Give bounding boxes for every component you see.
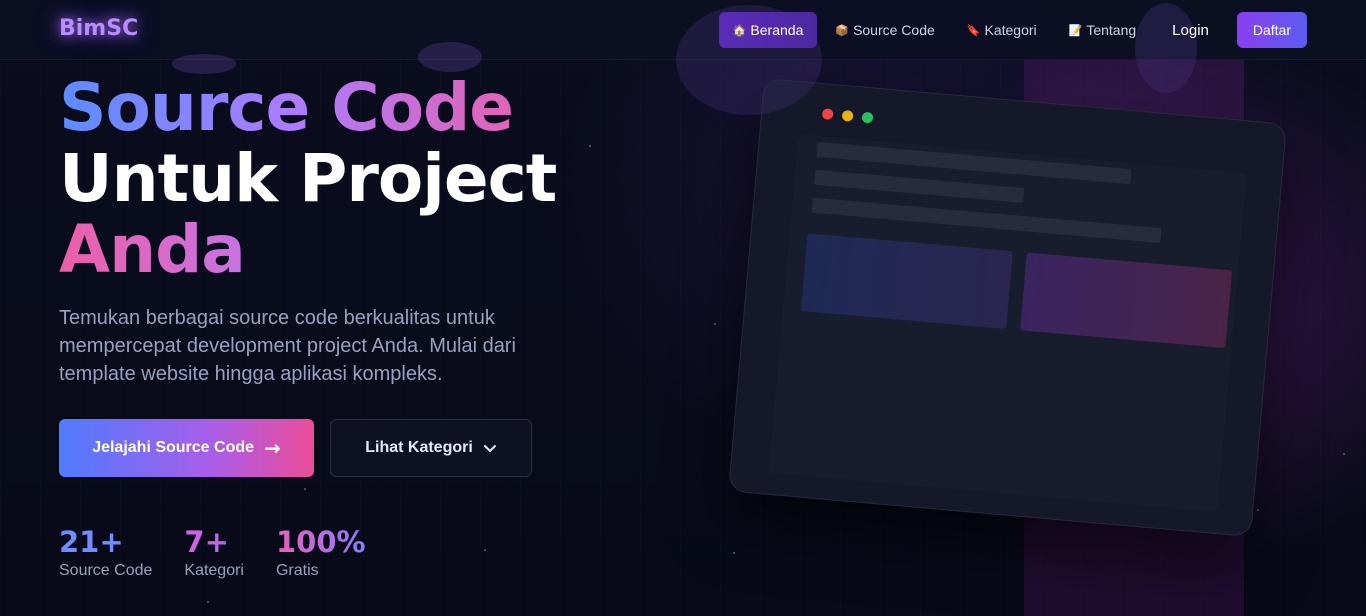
decor-blob: [172, 54, 236, 74]
stat-label: Gratis: [275, 562, 319, 579]
star-dot: [589, 145, 591, 147]
hero-description: Temukan berbagai source code berkualitas…: [59, 307, 516, 385]
nav-item-tentang[interactable]: 📝 Tentang: [1055, 12, 1151, 48]
hero-stats: 21+ Source Code 7+ Kategori 100% Gratis: [59, 524, 366, 580]
memo-icon: 📝: [1068, 24, 1083, 37]
stat-value: 100%: [275, 525, 366, 559]
nav-menu: 🏠 Beranda 📦 Source Code 🔖 Kategori 📝 Ten…: [718, 12, 1307, 48]
star-dot: [304, 488, 306, 490]
stat-label: Kategori: [184, 562, 244, 579]
login-link[interactable]: Login: [1154, 12, 1227, 48]
star-dot: [714, 323, 716, 325]
brand-logo[interactable]: BimSC: [59, 16, 138, 41]
star-dot: [207, 601, 209, 603]
register-button[interactable]: Daftar: [1236, 12, 1307, 48]
nav-item-label: Source Code: [853, 22, 935, 38]
star-dot: [1257, 509, 1259, 511]
view-categories-button[interactable]: Lihat Kategori: [330, 419, 532, 477]
arrow-right-icon: →: [264, 436, 281, 460]
star-dot: [1343, 453, 1345, 455]
hero-title: Source Code Untuk Project Anda: [59, 72, 557, 285]
hero-title-line3: Anda: [59, 214, 556, 285]
bookmark-icon: 🔖: [966, 24, 981, 37]
decor-blob: [418, 42, 482, 72]
explore-source-code-button[interactable]: Jelajahi Source Code →: [59, 419, 314, 477]
package-icon: 📦: [835, 24, 850, 37]
nav-item-beranda[interactable]: 🏠 Beranda: [718, 12, 818, 48]
nav-item-label: Beranda: [750, 22, 804, 38]
stat-gratis: 100% Gratis: [276, 524, 366, 580]
stat-value: 7+: [184, 524, 244, 560]
home-icon: 🏠: [732, 24, 747, 37]
star-dot: [733, 552, 735, 554]
star-dot: [484, 549, 486, 551]
chevron-down-icon: [483, 445, 496, 452]
hero-title-line1: Source Code: [59, 72, 556, 143]
hero-title-line2: Untuk Project: [59, 140, 557, 217]
nav-item-label: Tentang: [1086, 22, 1137, 38]
stat-label: Source Code: [59, 562, 153, 579]
nav-item-label: Kategori: [984, 22, 1037, 38]
window-dot-green: [861, 111, 874, 124]
stat-source-code: 21+ Source Code: [59, 524, 152, 580]
stat-value: 21+: [59, 525, 124, 559]
browser-mockup-illustration: [727, 77, 1288, 538]
stat-kategori: 7+ Kategori: [184, 524, 244, 580]
nav-item-kategori[interactable]: 🔖 Kategori: [953, 12, 1051, 48]
nav-item-source-code[interactable]: 📦 Source Code: [821, 12, 948, 48]
window-dot-red: [821, 108, 834, 121]
top-navbar: BimSC 🏠 Beranda 📦 Source Code 🔖 Kategori…: [0, 0, 1366, 115]
button-label: Lihat Kategori: [365, 439, 473, 456]
button-label: Jelajahi Source Code: [92, 439, 255, 456]
window-dot-yellow: [841, 109, 854, 122]
